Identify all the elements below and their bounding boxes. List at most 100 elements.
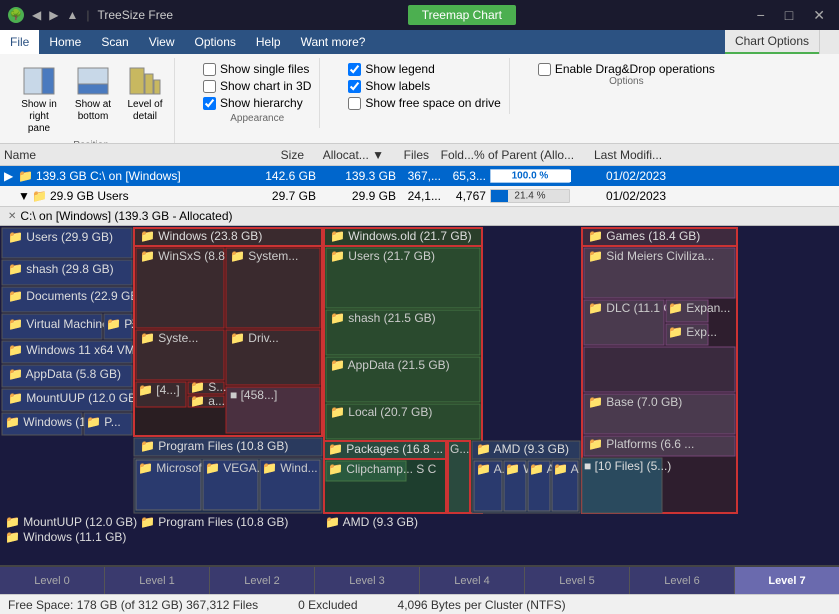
treemap-area[interactable]: 📁 Users (29.9 GB) 📁 shash (29.8 GB) 📁 Do… <box>0 226 839 566</box>
svg-text:📁 MountUUP (12.0 GB): 📁 MountUUP (12.0 GB) <box>8 391 140 405</box>
col-name[interactable]: Name <box>4 148 234 162</box>
svg-text:📁 Wind...: 📁 Wind... <box>262 461 318 475</box>
level-of-detail-btn[interactable]: Level ofdetail <box>120 60 170 138</box>
menu-help[interactable]: Help <box>246 30 291 54</box>
row-files-users: 24,1... <box>396 189 441 203</box>
svg-text:📁 Program Files (10.8 GB): 📁 Program Files (10.8 GB) <box>140 439 288 453</box>
status-bar: Free Space: 178 GB (of 312 GB) 367,312 F… <box>0 594 839 614</box>
level-5-btn[interactable]: Level 5 <box>525 567 630 594</box>
title-bar: 🌳 ◀ ▶ ▲ | TreeSize Free Treemap Chart − … <box>0 0 839 30</box>
row-modified-users: 01/02/2023 <box>606 189 696 203</box>
show-at-bottom-btn[interactable]: Show atbottom <box>68 60 118 138</box>
svg-text:📁 System...: 📁 System... <box>230 249 298 263</box>
level-6-btn[interactable]: Level 6 <box>630 567 735 594</box>
svg-text:📁 Syste...: 📁 Syste... <box>140 331 198 345</box>
show-chart-3d-check[interactable] <box>203 80 216 93</box>
treemap-tab[interactable]: Treemap Chart <box>408 5 516 25</box>
level-0-btn[interactable]: Level 0 <box>0 567 105 594</box>
right-pane-icon <box>21 63 57 99</box>
show-free-drive-cb[interactable]: Show free space on drive <box>348 96 500 110</box>
svg-text:■ [10 Files] (5...): ■ [10 Files] (5...) <box>584 459 671 473</box>
tree-row-root[interactable]: ▶ 📁 139.3 GB C:\ on [Windows] 142.6 GB 1… <box>0 166 839 186</box>
options-group: Enable Drag&Drop operations Options <box>530 58 723 91</box>
show-hierarchy-cb[interactable]: Show hierarchy <box>203 96 311 110</box>
row-files-root: 367,... <box>396 169 441 183</box>
enable-drag-drop-cb[interactable]: Enable Drag&Drop operations <box>538 62 715 76</box>
col-allocated[interactable]: Allocat... ▼ <box>304 148 384 162</box>
level-label: Level ofdetail <box>127 99 162 123</box>
show-in-right-pane-btn[interactable]: Show inright pane <box>12 60 66 138</box>
show-labels-check[interactable] <box>348 80 361 93</box>
level-2-btn[interactable]: Level 2 <box>210 567 315 594</box>
nav-forward[interactable]: ▶ <box>49 8 58 22</box>
show-free-drive-label: Show free space on drive <box>365 96 500 110</box>
svg-text:📁 Clipchamp... S C: 📁 Clipchamp... S C <box>328 462 437 476</box>
svg-text:📁 S...: 📁 S... <box>190 380 226 394</box>
menu-want-more[interactable]: Want more? <box>291 30 376 54</box>
menu-view[interactable]: View <box>139 30 185 54</box>
expand-icon-root: ▶ <box>4 169 18 183</box>
enable-drag-drop-check[interactable] <box>538 63 551 76</box>
svg-text:📁 Expan...: 📁 Expan... <box>668 301 730 315</box>
treemap-svg: 📁 Users (29.9 GB) 📁 shash (29.8 GB) 📁 Do… <box>0 226 740 564</box>
show-single-files-cb[interactable]: Show single files <box>203 62 311 76</box>
row-pct-root: 100.0 % <box>486 169 606 183</box>
menu-options[interactable]: Options <box>185 30 246 54</box>
show-legend-check[interactable] <box>348 63 361 76</box>
bottom-svg <box>76 64 110 98</box>
level-1-btn[interactable]: Level 1 <box>105 567 210 594</box>
col-percent[interactable]: % of Parent (Allo... <box>474 148 594 162</box>
show-chart-3d-cb[interactable]: Show chart in 3D <box>203 79 311 93</box>
menu-file[interactable]: File <box>0 30 39 54</box>
level-7-btn[interactable]: Level 7 <box>735 567 839 594</box>
free-space-text: Free Space: 178 GB (of 312 GB) 367,312 F… <box>8 598 258 612</box>
svg-text:📁 AMD (9.3 GB): 📁 AMD (9.3 GB) <box>325 515 418 529</box>
svg-text:📁 AMD (9.3 GB): 📁 AMD (9.3 GB) <box>476 442 569 456</box>
svg-text:📁 Microsof...: 📁 Microsof... <box>138 461 212 475</box>
svg-text:📁 Windows.old (21.7 GB): 📁 Windows.old (21.7 GB) <box>330 229 472 243</box>
bottom-label: Show atbottom <box>75 99 111 123</box>
enable-drag-drop-label: Enable Drag&Drop operations <box>555 62 715 76</box>
svg-text:📁 Platforms (6.6 ...: 📁 Platforms (6.6 ... <box>588 437 694 451</box>
row-pct-users: 21.4 % <box>486 189 606 203</box>
show-labels-cb[interactable]: Show labels <box>348 79 500 93</box>
nav-up[interactable]: ▲ <box>66 8 78 22</box>
svg-text:📁 a...: 📁 a... <box>190 394 225 408</box>
col-files[interactable]: Files <box>384 148 429 162</box>
app-title: TreeSize Free <box>97 8 173 22</box>
path-close-icon[interactable]: ✕ <box>8 211 16 222</box>
show-single-files-label: Show single files <box>220 62 309 76</box>
menu-chart-options[interactable]: Chart Options <box>725 30 819 54</box>
col-folders[interactable]: Fold... <box>429 148 474 162</box>
show-single-files-check[interactable] <box>203 63 216 76</box>
path-header: ✕ C:\ on [Windows] (139.3 GB - Allocated… <box>0 206 839 226</box>
svg-text:📁 shash (21.5 GB): 📁 shash (21.5 GB) <box>330 311 436 325</box>
svg-text:📁 Packages (16.8 ... G...: 📁 Packages (16.8 ... G... <box>328 442 466 456</box>
close-btn[interactable]: ✕ <box>807 5 831 26</box>
row-size-root: 142.6 GB <box>246 169 316 183</box>
svg-text:📁 Sid Meiers Civiliza...: 📁 Sid Meiers Civiliza... <box>588 249 714 263</box>
show-hierarchy-check[interactable] <box>203 97 216 110</box>
minimize-btn[interactable]: − <box>751 5 771 25</box>
show-free-drive-check[interactable] <box>348 97 361 110</box>
indent-users: ▼ <box>18 189 32 203</box>
position-buttons: Show inright pane Show atbottom <box>12 60 170 138</box>
svg-text:■ [458...]: ■ [458...] <box>230 388 277 402</box>
menu-home[interactable]: Home <box>39 30 91 54</box>
svg-text:📁 shash (29.8 GB): 📁 shash (29.8 GB) <box>8 262 114 276</box>
svg-text:📁 Program Files (10.8 GB): 📁 Program Files (10.8 GB) <box>140 515 288 529</box>
row-name-root: 139.3 GB C:\ on [Windows] <box>36 169 246 183</box>
tree-row-users[interactable]: ▼ 📁 29.9 GB Users 29.7 GB 29.9 GB 24,1..… <box>0 186 839 206</box>
col-modified[interactable]: Last Modifi... <box>594 148 684 162</box>
nav-back[interactable]: ◀ <box>32 8 41 22</box>
menu-scan[interactable]: Scan <box>91 30 138 54</box>
col-size[interactable]: Size <box>234 148 304 162</box>
show-labels-label: Show labels <box>365 79 430 93</box>
menu-bar: File Home Scan View Options Help Want mo… <box>0 30 839 54</box>
right-pane-label: Show inright pane <box>17 99 61 135</box>
level-4-btn[interactable]: Level 4 <box>420 567 525 594</box>
level-3-btn[interactable]: Level 3 <box>315 567 420 594</box>
show-legend-cb[interactable]: Show legend <box>348 62 500 76</box>
maximize-btn[interactable]: □ <box>779 5 799 25</box>
column-headers: Name Size Allocat... ▼ Files Fold... % o… <box>0 144 839 166</box>
